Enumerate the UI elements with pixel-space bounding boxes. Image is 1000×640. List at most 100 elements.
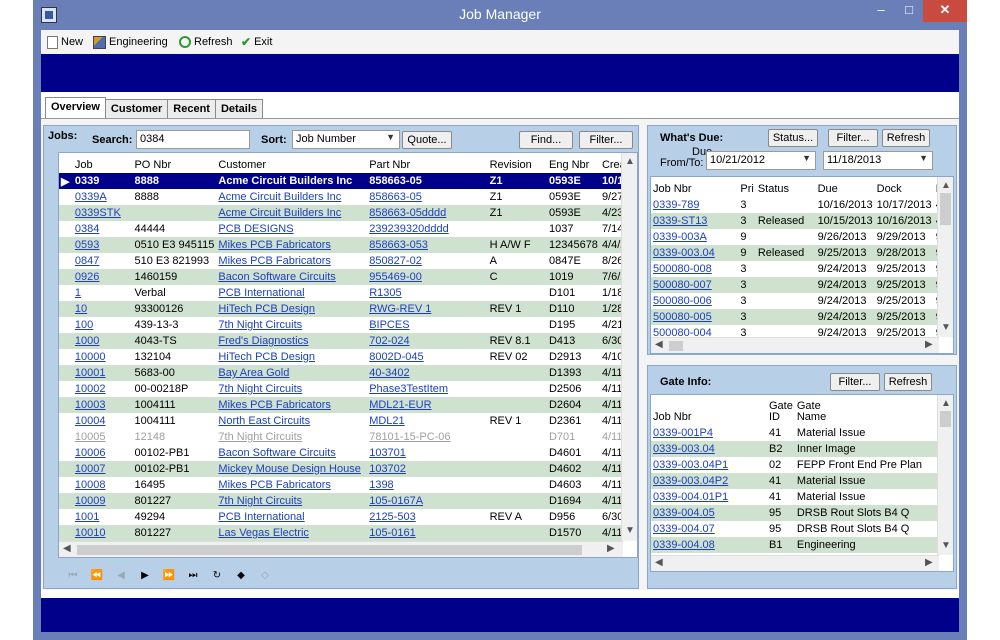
cell-part-nbr[interactable]: 105-0167A xyxy=(367,493,488,509)
table-row[interactable]: 10 93300126 HiTech PCB Design RWG-REV 1 REV … xyxy=(59,301,637,317)
close-button[interactable]: ✕ xyxy=(923,0,967,22)
cell-customer[interactable]: Bacon Software Circuits xyxy=(216,269,368,285)
cell-part-nbr[interactable]: 2125-503 xyxy=(367,509,487,525)
sort-select[interactable]: Job Number ▼ xyxy=(292,130,400,149)
table-row[interactable]: 10000 132104 HiTech PCB Design 8002D-045 REV… xyxy=(59,349,637,365)
title-bar[interactable]: Job Manager – □ ✕ xyxy=(33,0,967,30)
cell-customer[interactable]: PCB DESIGNS xyxy=(216,221,367,237)
cell-job-nbr[interactable]: 500080-008 xyxy=(651,261,738,277)
scroll-left-icon[interactable]: ◀ xyxy=(655,557,663,568)
cell-customer[interactable]: HiTech PCB Design xyxy=(216,301,368,317)
col-header-status[interactable]: Status xyxy=(756,177,816,197)
table-row[interactable]: 10005 12148 7th Night Circuits 78101-15-PC-… xyxy=(59,429,637,445)
cell-job[interactable]: 10006 xyxy=(73,445,133,461)
scroll-up-icon[interactable]: ▲ xyxy=(625,156,635,167)
scroll-up-icon[interactable]: ▲ xyxy=(941,180,951,191)
table-row[interactable]: 10004 1004111 North East Circuits MDL21 REV … xyxy=(59,413,637,429)
search-input[interactable]: 0384 xyxy=(136,130,250,149)
col-header-job-nbr[interactable]: Job Nbr xyxy=(651,177,738,197)
table-row[interactable]: 10010 801227 Las Vegas Electric 105-0161 D15… xyxy=(59,525,637,541)
cell-customer[interactable]: 7th Night Circuits xyxy=(216,493,368,509)
cell-job-nbr[interactable]: 0339-789 xyxy=(651,197,738,213)
cell-job-nbr[interactable]: 0339-003A xyxy=(651,229,738,245)
due-to-date[interactable]: 11/18/2013 ▼ xyxy=(823,151,933,170)
table-row[interactable]: 500080-00539/24/20139/25/20139/2 xyxy=(651,309,953,325)
table-row[interactable]: 1000 4043-TS Fred's Diagnostics 702-024 REV … xyxy=(59,333,637,349)
due-filter-button[interactable]: Filter... xyxy=(828,129,878,147)
cell-job[interactable]: 0339STK xyxy=(72,205,133,221)
cell-customer[interactable]: 7th Night Circuits xyxy=(216,381,367,397)
gate-info-grid[interactable]: Job Nbr Gate ID Gate Name 0339-001P4 41 Ma… xyxy=(650,394,954,572)
cell-part-nbr[interactable]: Phase3TestItem xyxy=(367,381,487,397)
cell-part-nbr[interactable]: 1398 xyxy=(367,477,487,493)
scroll-left-icon[interactable]: ◀ xyxy=(63,543,71,554)
table-row[interactable]: 10001 5683-00 Bay Area Gold 40-3402 D1393 4/1… xyxy=(59,365,637,381)
tab-customer[interactable]: Customer xyxy=(104,99,169,118)
table-row[interactable]: 0926 1460159 Bacon Software Circuits 955469… xyxy=(59,269,637,285)
cell-job[interactable]: 10000 xyxy=(73,349,133,365)
next-page-icon[interactable]: ⏩ xyxy=(162,570,176,581)
exit-button[interactable]: ✔ Exit xyxy=(241,34,272,50)
table-row[interactable]: 500080-00639/24/20139/25/20139/2 xyxy=(651,293,953,309)
cell-job[interactable]: 0339A xyxy=(73,189,133,205)
col-header-customer[interactable]: Customer xyxy=(216,153,367,173)
gate-vertical-scrollbar[interactable]: ▲ ▼ xyxy=(937,395,953,555)
cell-job[interactable]: 0384 xyxy=(73,221,133,237)
col-header-due[interactable]: Due xyxy=(816,177,875,197)
cell-part-nbr[interactable]: 702-024 xyxy=(367,333,488,349)
cell-job-nbr[interactable]: 0339-003.04 xyxy=(651,441,767,457)
cell-customer[interactable]: Mikes PCB Fabricators xyxy=(216,237,368,253)
cell-job[interactable]: 0339 xyxy=(72,173,133,189)
cell-job-nbr[interactable]: 0339-ST13 xyxy=(651,213,739,229)
col-header-pri[interactable]: Pri xyxy=(738,177,755,197)
cell-job[interactable]: 1001 xyxy=(73,509,133,525)
cell-customer[interactable]: HiTech PCB Design xyxy=(216,349,367,365)
gate-filter-button[interactable]: Filter... xyxy=(830,373,880,391)
cell-job-nbr[interactable]: 500080-007 xyxy=(651,277,739,293)
cell-customer[interactable]: Mikes PCB Fabricators xyxy=(216,253,367,269)
col-header-eng-nbr[interactable]: Eng Nbr xyxy=(547,153,600,173)
cell-part-nbr[interactable]: 40-3402 xyxy=(367,365,488,381)
table-row[interactable]: 0339-004.05 95 DRSB Rout Slots B4 Q xyxy=(651,505,941,521)
cell-job-nbr[interactable]: 0339-001P4 xyxy=(651,425,767,441)
gate-horizontal-scrollbar[interactable]: ◀ ▶ xyxy=(651,555,939,571)
due-vertical-scrollbar[interactable]: ▲ ▼ xyxy=(937,177,953,337)
table-row[interactable]: 10006 00102-PB1 Bacon Software Circuits 103… xyxy=(59,445,637,461)
cell-job[interactable]: 10 xyxy=(72,301,133,317)
engineering-button[interactable]: Engineering xyxy=(93,34,168,50)
whats-due-grid[interactable]: Job Nbr Pri Status Due Dock Re 0339-7893… xyxy=(650,176,954,354)
table-row[interactable]: 0339-004.07 95 DRSB Rout Slots B4 Q xyxy=(651,521,941,537)
cell-job-nbr[interactable]: 0339-004.05 xyxy=(651,505,767,521)
table-row[interactable]: 0339-003.04 B2 Inner Image xyxy=(651,441,941,457)
cell-job-nbr[interactable]: 0339-003.04 xyxy=(651,245,739,261)
cell-job-nbr[interactable]: 0339-004.07 xyxy=(651,521,767,537)
table-row[interactable]: 500080-00739/24/20139/25/20139/2 xyxy=(651,277,953,293)
cell-part-nbr[interactable]: MDL21-EUR xyxy=(367,397,488,413)
cell-part-nbr[interactable]: 103702 xyxy=(367,461,488,477)
cell-part-nbr[interactable]: 858663-05 xyxy=(367,173,488,189)
col-header-gate-id[interactable]: Gate ID xyxy=(767,395,795,425)
cell-customer[interactable]: Acme Circuit Builders Inc xyxy=(216,189,367,205)
table-row[interactable]: 0339-ST133Released10/15/201310/16/20134/… xyxy=(651,213,953,229)
cell-job-nbr[interactable]: 0339-004.01P1 xyxy=(651,489,767,505)
scroll-right-icon[interactable]: ▶ xyxy=(607,543,615,554)
quote-button[interactable]: Quote... xyxy=(402,131,452,149)
col-header-po-nbr[interactable]: PO Nbr xyxy=(132,153,216,173)
cell-customer[interactable]: PCB International xyxy=(216,509,367,525)
refresh-button[interactable]: Refresh xyxy=(179,34,233,50)
table-row[interactable]: ▶ 0339 8888 Acme Circuit Builders Inc 858663… xyxy=(59,173,637,189)
table-row[interactable]: 1001 49294 PCB International 2125-503 REV A D… xyxy=(59,509,637,525)
table-row[interactable]: 0339-001P4 41 Material Issue xyxy=(651,425,941,441)
due-from-date[interactable]: 10/21/2012 ▼ xyxy=(706,151,816,170)
table-row[interactable]: 0384 44444 PCB DESIGNS 239239320dddd 1037 7/1… xyxy=(59,221,637,237)
last-record-icon[interactable]: ⏭ xyxy=(186,570,200,581)
filter-button[interactable]: Filter... xyxy=(579,131,633,149)
table-row[interactable]: 500080-00839/24/20139/25/20139/2 xyxy=(651,261,953,277)
cell-part-nbr[interactable]: R1305 xyxy=(367,285,487,301)
cell-job[interactable]: 0926 xyxy=(72,269,133,285)
cell-job-nbr[interactable]: 0339-004.08 xyxy=(651,537,767,553)
tab-recent[interactable]: Recent xyxy=(167,99,216,118)
cell-part-nbr[interactable]: 105-0161 xyxy=(367,525,488,541)
cell-customer[interactable]: Mikes PCB Fabricators xyxy=(216,397,368,413)
gate-vscroll-thumb[interactable] xyxy=(940,411,951,427)
